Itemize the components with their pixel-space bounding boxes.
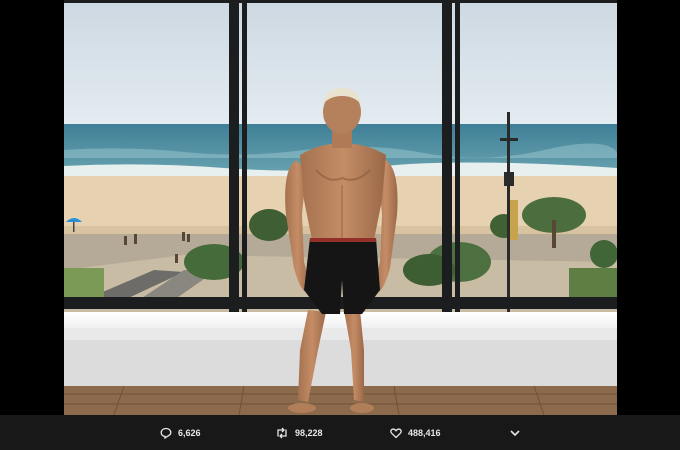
wood-floor: [64, 386, 617, 415]
retweet-icon: [277, 427, 287, 438]
reply-button[interactable]: 6,626: [160, 415, 201, 450]
like-count: 488,416: [408, 427, 441, 438]
tweet-action-bar: 6,626 98,228 488,416: [0, 415, 680, 450]
reply-count: 6,626: [178, 427, 201, 438]
tweet-photo[interactable]: [64, 0, 617, 415]
chevron-down-icon: [510, 429, 520, 436]
retweet-count: 98,228: [295, 427, 323, 438]
heart-icon: [390, 427, 402, 438]
more-options-button[interactable]: [510, 415, 520, 450]
reply-icon: [160, 427, 172, 439]
like-button[interactable]: 488,416: [390, 415, 441, 450]
photo-scene: [64, 0, 617, 415]
retweet-button[interactable]: 98,228: [275, 415, 323, 450]
